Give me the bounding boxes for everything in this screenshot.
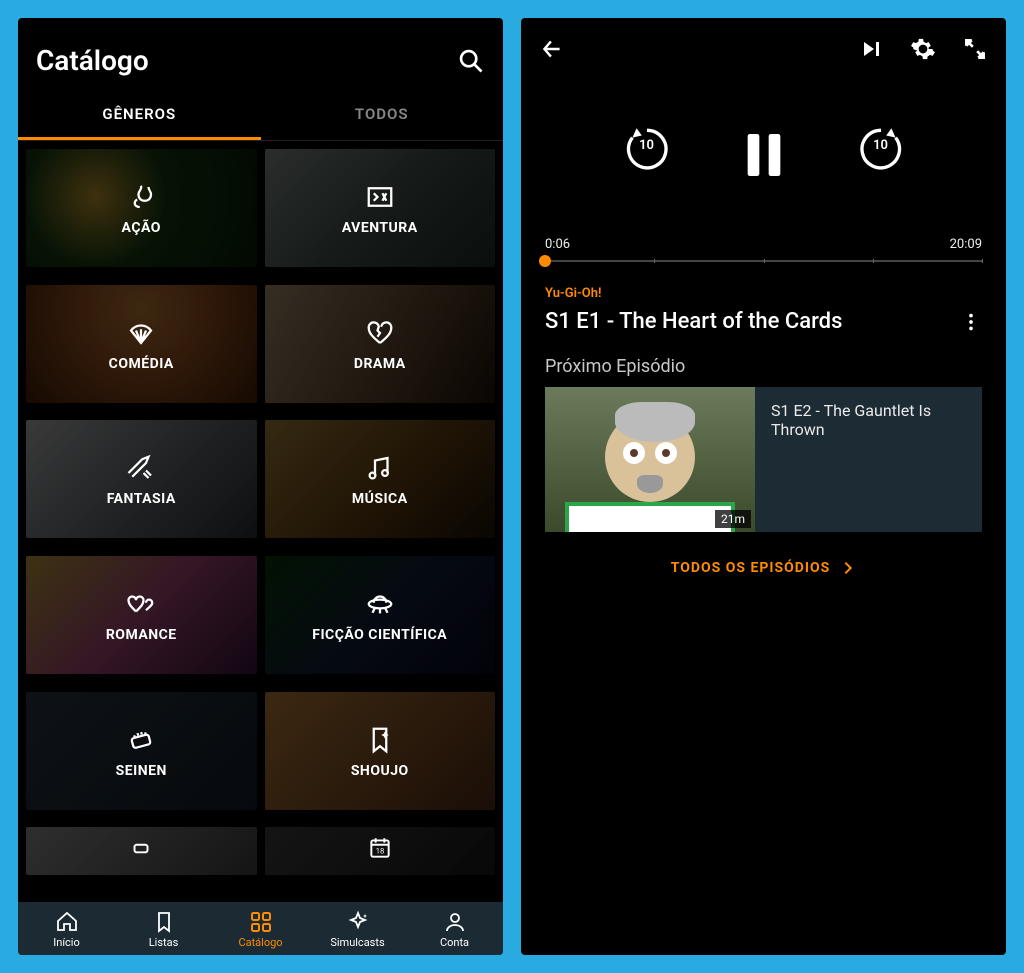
back-icon[interactable] <box>539 36 565 62</box>
fan-icon <box>124 316 158 350</box>
sword-icon <box>124 451 158 485</box>
nav-label: Início <box>53 936 80 949</box>
fist-icon <box>124 723 158 757</box>
search-icon[interactable] <box>457 47 485 75</box>
rewind-10-icon[interactable]: 10 <box>622 122 672 187</box>
all-episodes-label: TODOS OS EPISÓDIOS <box>671 560 830 576</box>
player-topbar <box>521 18 1006 62</box>
genre-tile-fantasia[interactable]: FANTASIA <box>26 420 257 538</box>
sparkle-icon <box>346 910 370 934</box>
nav-conta[interactable]: Conta <box>415 910 495 949</box>
genre-label: DRAMA <box>348 356 412 372</box>
bottom-nav: Início Listas Catálogo Simulcasts Conta <box>18 902 503 955</box>
calendar-icon: 18 <box>363 831 397 865</box>
rewind-seconds: 10 <box>622 138 672 153</box>
player-controls: 10 10 <box>521 62 1006 237</box>
next-episode-title: S1 E2 - The Gauntlet Is Thrown <box>755 387 982 532</box>
catalog-header: Catálogo <box>18 18 503 87</box>
genre-tile-romance[interactable]: ROMANCE <box>26 556 257 674</box>
tab-todos[interactable]: TODOS <box>261 87 504 140</box>
chevron-right-icon <box>840 560 856 576</box>
next-episode-card[interactable]: 21m S1 E2 - The Gauntlet Is Thrown <box>545 387 982 532</box>
genre-tile-aventura[interactable]: AVENTURA <box>265 149 496 267</box>
series-name[interactable]: Yu-Gi-Oh! <box>545 286 982 301</box>
genre-label: ROMANCE <box>100 627 183 643</box>
flame-icon <box>124 180 158 214</box>
gear-icon[interactable] <box>910 36 936 62</box>
genre-grid[interactable]: AÇÃO AVENTURA COMÉDIA DRAMA <box>18 141 503 955</box>
punch-icon <box>124 831 158 865</box>
genre-tile-shoujo[interactable]: SHOUJO <box>265 692 496 810</box>
genre-label: AÇÃO <box>116 220 167 236</box>
time-bar: 0:06 20:09 <box>521 237 1006 262</box>
current-time: 0:06 <box>545 237 570 252</box>
forward-10-icon[interactable]: 10 <box>856 122 906 187</box>
nav-label: Catálogo <box>238 936 282 949</box>
genre-label: SEINEN <box>110 763 173 779</box>
genre-tile-drama[interactable]: DRAMA <box>265 285 496 403</box>
tab-generos[interactable]: GÊNEROS <box>18 87 261 140</box>
genre-tile-seinen[interactable]: SEINEN <box>26 692 257 810</box>
genre-label: MÚSICA <box>346 491 414 507</box>
genre-label: SHOUJO <box>345 763 415 779</box>
pause-button[interactable] <box>736 127 792 183</box>
broken-heart-icon <box>363 316 397 350</box>
person-icon <box>443 910 467 934</box>
nav-label: Conta <box>440 936 469 949</box>
nav-label: Simulcasts <box>330 936 384 949</box>
more-options-icon[interactable] <box>960 311 982 333</box>
skip-next-icon[interactable] <box>860 37 884 61</box>
forward-seconds: 10 <box>856 138 906 153</box>
next-episode-heading: Próximo Episódio <box>545 356 982 377</box>
bookmark-sparkle-icon <box>363 723 397 757</box>
genre-tile-more-left[interactable] <box>26 827 257 875</box>
next-episode-thumbnail: 21m <box>545 387 755 532</box>
genre-tile-musica[interactable]: MÚSICA <box>265 420 496 538</box>
genre-tile-comedia[interactable]: COMÉDIA <box>26 285 257 403</box>
genre-tile-more-right[interactable]: 18 <box>265 827 496 875</box>
genre-tile-ficcao[interactable]: FICÇÃO CIENTÍFICA <box>265 556 496 674</box>
genre-label: FANTASIA <box>101 491 182 507</box>
fullscreen-icon[interactable] <box>962 36 988 62</box>
bookmark-icon <box>152 910 176 934</box>
hearts-icon <box>124 587 158 621</box>
nav-listas[interactable]: Listas <box>124 910 204 949</box>
grid-icon <box>249 910 273 934</box>
seek-track[interactable] <box>545 260 982 262</box>
ufo-icon <box>363 587 397 621</box>
nav-inicio[interactable]: Início <box>27 910 107 949</box>
music-note-icon <box>363 451 397 485</box>
genre-label: FICÇÃO CIENTÍFICA <box>306 627 453 643</box>
catalog-tabs: GÊNEROS TODOS <box>18 87 503 141</box>
next-episode-duration: 21m <box>715 510 751 528</box>
nav-label: Listas <box>149 936 179 949</box>
episode-title: S1 E1 - The Heart of the Cards <box>545 309 842 334</box>
catalog-screen: Catálogo GÊNEROS TODOS AÇÃO AV <box>18 18 503 955</box>
all-episodes-button[interactable]: TODOS OS EPISÓDIOS <box>545 532 982 604</box>
genre-label: COMÉDIA <box>103 356 180 372</box>
nav-catalogo[interactable]: Catálogo <box>221 910 301 949</box>
total-time: 20:09 <box>950 237 982 252</box>
genre-tile-acao[interactable]: AÇÃO <box>26 149 257 267</box>
nav-simulcasts[interactable]: Simulcasts <box>318 910 398 949</box>
episode-info: Yu-Gi-Oh! S1 E1 - The Heart of the Cards… <box>521 262 1006 604</box>
page-title: Catálogo <box>36 44 149 77</box>
player-screen: 10 10 0:06 20:09 Yu-Gi-Oh! <box>521 18 1006 955</box>
svg-text:18: 18 <box>375 847 384 856</box>
home-icon <box>55 910 79 934</box>
seek-thumb[interactable] <box>539 255 551 267</box>
genre-label: AVENTURA <box>336 220 424 236</box>
map-icon <box>363 180 397 214</box>
